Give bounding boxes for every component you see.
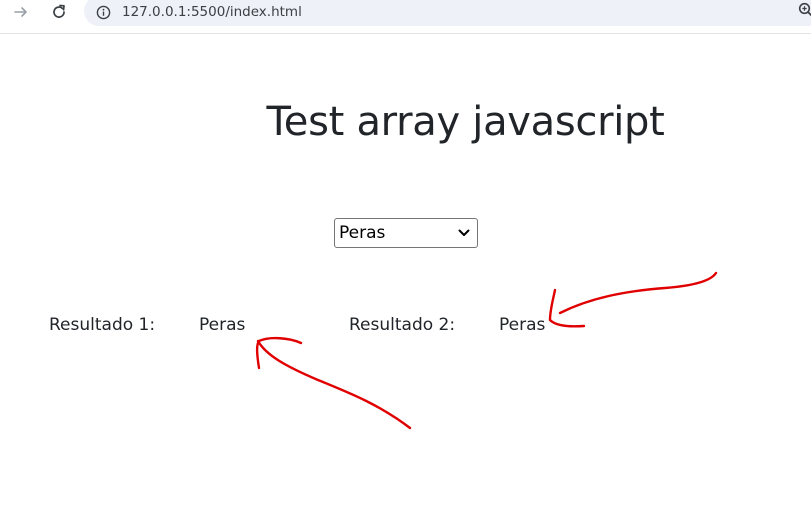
arrow-forward-icon bbox=[14, 7, 27, 17]
result-2-label: Resultado 2: bbox=[349, 315, 456, 335]
fruit-select[interactable]: Peras bbox=[334, 218, 478, 248]
result-2-value: Peras bbox=[499, 315, 546, 335]
forward-button[interactable] bbox=[10, 1, 32, 23]
browser-toolbar: 127.0.0.1:5500/index.html bbox=[0, 0, 811, 34]
result-1-value: Peras bbox=[199, 315, 246, 335]
zoom-icon[interactable] bbox=[797, 1, 811, 19]
reload-icon bbox=[53, 4, 65, 18]
result-1-label: Resultado 1: bbox=[49, 315, 156, 335]
hand-drawn-annotations bbox=[255, 271, 718, 430]
info-icon[interactable] bbox=[94, 3, 112, 21]
arrow-to-resultado-1 bbox=[255, 336, 412, 430]
url-text[interactable]: 127.0.0.1:5500/index.html bbox=[122, 3, 302, 21]
page-title: Test array javascript bbox=[266, 99, 665, 145]
arrow-to-resultado-2 bbox=[548, 271, 718, 328]
address-bar[interactable]: 127.0.0.1:5500/index.html bbox=[84, 0, 811, 26]
reload-button[interactable] bbox=[48, 1, 70, 23]
